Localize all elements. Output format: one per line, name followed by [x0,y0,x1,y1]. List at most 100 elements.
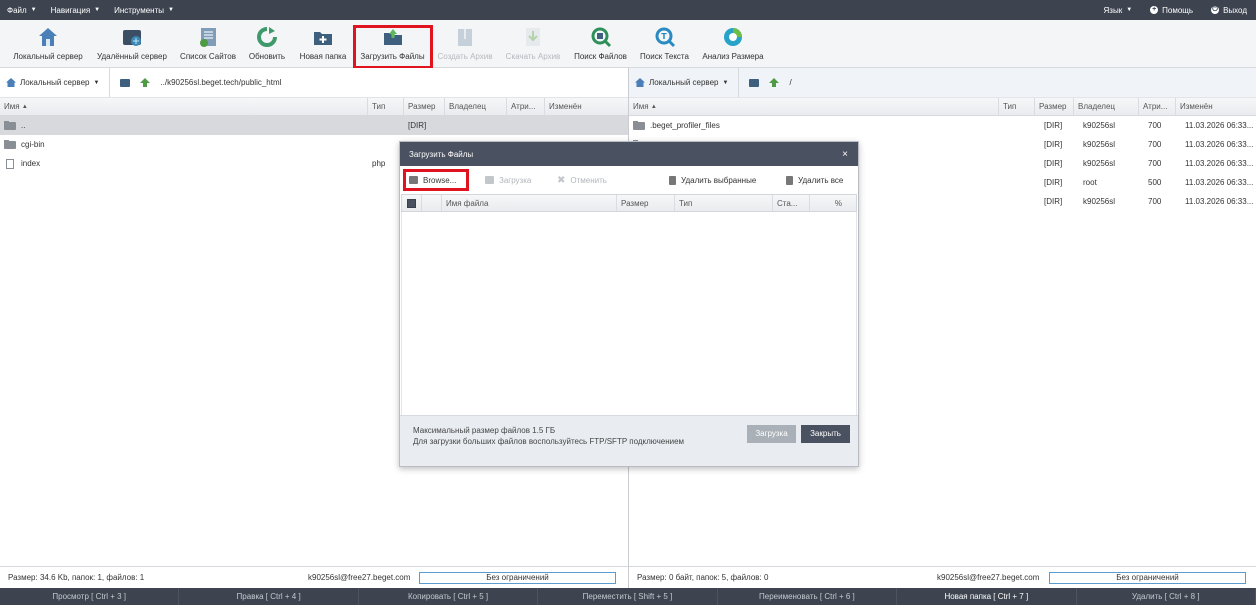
new-folder-label: Новая папка [299,52,347,61]
col-owner-label: Владелец [449,102,487,111]
hotkey-copy[interactable]: Копировать [ Ctrl + 5 ] [359,588,539,605]
col-attr[interactable]: Атри... [507,98,545,115]
col-size[interactable]: Размер [404,98,445,115]
hotkey-move[interactable]: Переместить [ Shift + 5 ] [538,588,718,605]
col-type[interactable]: Тип [675,195,773,211]
select-all-checkbox[interactable] [402,195,422,211]
hotkey-view[interactable]: Просмотр [ Ctrl + 3 ] [0,588,180,605]
dialog-column-header: Имя файла Размер Тип Ста... % [401,194,857,212]
menu-logout-label: Выход [1223,5,1247,15]
left-server-select[interactable]: Локальный сервер ▼ [6,68,111,97]
upload-file-list[interactable] [401,212,857,417]
col-name[interactable]: Имя ▲ [629,98,999,115]
search-files-button[interactable]: Поиск Файлов [570,20,631,66]
size-analysis-button[interactable]: Анализ Размера [698,20,768,66]
table-row[interactable]: .. [DIR] [0,116,628,135]
close-button[interactable]: Закрыть [801,425,850,443]
go-up-icon[interactable] [140,78,151,87]
sites-list-button[interactable]: Список Сайтов [177,20,239,66]
local-server-button[interactable]: Локальный сервер [8,20,88,66]
search-text-button[interactable]: T Поиск Текста [637,20,692,66]
delete-all-button[interactable]: Удалить все [786,175,844,185]
col-status[interactable]: Ста... [773,195,810,211]
power-icon: ⏻ [1211,6,1220,14]
folder-icon [4,121,16,130]
new-folder-button[interactable]: Новая папка [296,20,350,66]
col-size-label: Размер [621,198,649,208]
col-size[interactable]: Размер [1035,98,1074,115]
left-path-text: ../k90256sl.beget.tech/public_html [160,78,282,87]
file-attr: 700 [1148,159,1162,168]
checkbox-icon [407,198,416,208]
upload-start-button[interactable]: Загрузка [485,176,531,185]
col-modified[interactable]: Изменён [545,98,628,115]
upload-files-dialog: Загрузить Файлы × Browse... Загрузка ✖ О… [399,141,859,467]
menu-file[interactable]: Файл ▼ [0,6,44,15]
download-archive-icon [522,26,544,48]
file-owner: k90256sl [1083,197,1116,206]
drive-icon[interactable] [749,78,760,87]
right-path-bar: Локальный сервер ▼ / [629,68,1256,98]
remote-server-icon [121,26,143,48]
hotkey-bar: Просмотр [ Ctrl + 3 ] Правка [ Ctrl + 4 … [0,588,1256,605]
svg-text:T: T [661,32,667,41]
col-size-label: Размер [408,102,436,111]
sort-asc-icon: ▲ [650,103,657,110]
delete-selected-button[interactable]: Удалить выбранные [669,175,756,185]
file-size: [DIR] [408,121,427,130]
upload-button[interactable]: Загрузка [747,425,796,443]
menu-help[interactable]: + Помощь [1141,6,1202,15]
col-name-label: Имя [633,102,649,111]
col-owner[interactable]: Владелец [1074,98,1139,115]
menu-tools[interactable]: Инструменты ▼ [107,6,181,15]
delete-all-label: Удалить все [798,175,844,185]
dialog-toolbar: Browse... Загрузка ✖ Отменить Удалить вы… [400,166,858,194]
cancel-button[interactable]: ✖ Отменить [557,175,607,186]
max-size-text: Максимальный размер файлов 1.5 ГБ [413,426,556,435]
left-column-header: Имя ▲ Тип Размер Владелец Атри... Изменё… [0,98,628,116]
hotkey-rename[interactable]: Переименовать [ Ctrl + 6 ] [718,588,898,605]
col-type-label: Тип [372,102,386,111]
col-type[interactable]: Тип [999,98,1035,115]
download-archive-button[interactable]: Скачать Архив [502,20,564,66]
col-size[interactable]: Размер [617,195,675,211]
col-owner[interactable]: Владелец [445,98,507,115]
left-status-text: Размер: 34.6 Kb, папок: 1, файлов: 1 [8,573,145,582]
menu-language[interactable]: Язык ▼ [1095,6,1142,15]
chevron-down-icon: ▼ [30,7,37,13]
chevron-down-icon: ▼ [94,7,101,13]
col-type[interactable]: Тип [368,98,404,115]
left-server-label: Локальный сервер [20,78,90,87]
right-path-text: / [789,78,792,87]
upload-icon [485,176,494,184]
col-modified[interactable]: Изменён [1176,98,1256,115]
folder-icon [4,140,16,149]
col-name[interactable]: Имя ▲ [0,98,368,115]
sites-list-icon [197,26,219,48]
file-name: .. [21,121,26,130]
file-attr: 700 [1148,140,1162,149]
menu-navigation[interactable]: Навигация ▼ [44,6,107,15]
drive-icon[interactable] [120,78,131,87]
right-limit-bar: Без ограничений [1049,571,1246,584]
hotkey-edit[interactable]: Правка [ Ctrl + 4 ] [179,588,359,605]
new-folder-icon [312,26,334,48]
left-path-bar: Локальный сервер ▼ ../k90256sl.beget.tec… [0,68,628,98]
hotkey-delete[interactable]: Удалить [ Ctrl + 8 ] [1077,588,1256,605]
search-files-icon [590,26,612,48]
file-name: .beget_profiler_files [650,121,720,130]
col-filename[interactable]: Имя файла [442,195,617,211]
create-archive-button[interactable]: Создать Архив [434,20,496,66]
remote-server-button[interactable]: Удалённый сервер [93,20,171,66]
menu-logout[interactable]: ⏻ Выход [1202,6,1256,15]
col-attr[interactable]: Атри... [1139,98,1176,115]
file-icon [6,158,14,169]
col-percent[interactable]: % [810,195,856,211]
refresh-button[interactable]: Обновить [245,20,289,66]
hotkey-new-folder[interactable]: Новая папка [ Ctrl + 7 ] [897,588,1077,605]
menu-language-label: Язык [1103,5,1123,15]
table-row[interactable]: .beget_profiler_files [DIR] k90256sl 700… [629,116,1256,135]
right-server-select[interactable]: Локальный сервер ▼ [635,68,740,97]
close-icon[interactable]: × [842,149,848,160]
go-up-icon[interactable] [769,78,780,87]
